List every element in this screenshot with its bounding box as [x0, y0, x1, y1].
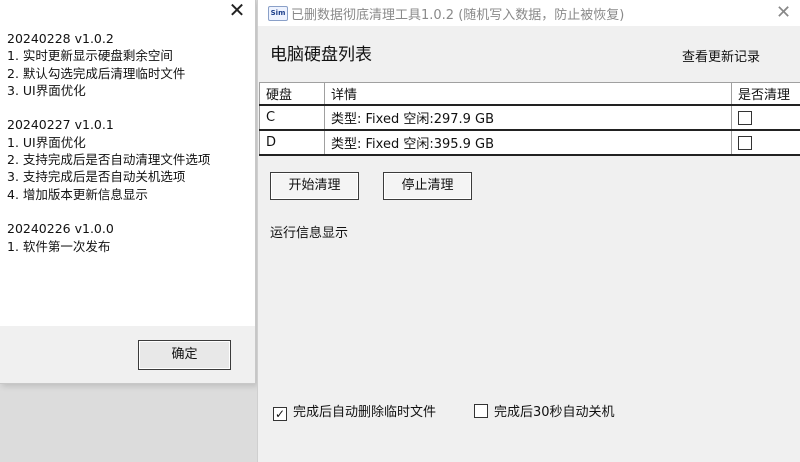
changelog-dialog: ✕ 20240228 v1.0.2 1. 实时更新显示硬盘剩余空间 2. 默认勾…: [0, 0, 256, 384]
column-header-detail[interactable]: 详情: [324, 82, 732, 106]
close-icon[interactable]: ✕: [226, 0, 248, 22]
disk-d-clean-checkbox[interactable]: [738, 135, 752, 150]
auto-shutdown-option[interactable]: 完成后30秒自动关机: [474, 401, 615, 420]
auto-delete-temp-checkbox[interactable]: [273, 407, 287, 421]
page-title: 电脑硬盘列表: [270, 45, 372, 65]
table-header-row: 硬盘 详情 是否清理: [259, 82, 800, 106]
changelog-text: 20240228 v1.0.2 1. 实时更新显示硬盘剩余空间 2. 默认勾选完…: [7, 31, 211, 254]
disk-detail: 类型: Fixed 空闲:395.9 GB: [324, 129, 732, 156]
auto-shutdown-label: 完成后30秒自动关机: [494, 405, 615, 420]
app-icon: Sim: [268, 6, 288, 21]
view-changelog-link[interactable]: 查看更新记录: [682, 46, 760, 65]
auto-shutdown-checkbox[interactable]: [474, 404, 488, 418]
table-row[interactable]: D 类型: Fixed 空闲:395.9 GB: [259, 129, 800, 156]
table-row[interactable]: C 类型: Fixed 空闲:297.9 GB: [259, 104, 800, 131]
disk-table: 硬盘 详情 是否清理 C 类型: Fixed 空闲:297.9 GB D 类型:…: [259, 82, 800, 156]
auto-delete-temp-option[interactable]: 完成后自动删除临时文件: [273, 401, 436, 421]
column-header-clean[interactable]: 是否清理: [731, 82, 800, 106]
disk-detail: 类型: Fixed 空闲:297.9 GB: [324, 104, 732, 131]
auto-delete-temp-label: 完成后自动删除临时文件: [293, 405, 437, 420]
main-window: Sim 已删数据彻底清理工具1.0.2 (随机写入数据，防止被恢复) ✕ 电脑硬…: [257, 0, 800, 462]
close-icon[interactable]: ✕: [776, 2, 791, 23]
disk-letter: C: [259, 104, 325, 131]
window-title: 已删数据彻底清理工具1.0.2 (随机写入数据，防止被恢复): [291, 8, 625, 23]
disk-letter: D: [259, 129, 325, 156]
column-header-disk[interactable]: 硬盘: [259, 82, 325, 106]
window-title-bar: Sim 已删数据彻底清理工具1.0.2 (随机写入数据，防止被恢复) ✕: [258, 0, 800, 26]
dialog-title-bar: [0, 0, 255, 24]
start-clean-button[interactable]: 开始清理: [270, 172, 359, 200]
stop-clean-button[interactable]: 停止清理: [383, 172, 472, 200]
ok-button[interactable]: 确定: [138, 340, 231, 370]
run-info-label: 运行信息显示: [270, 226, 349, 241]
disk-c-clean-checkbox[interactable]: [738, 110, 752, 125]
